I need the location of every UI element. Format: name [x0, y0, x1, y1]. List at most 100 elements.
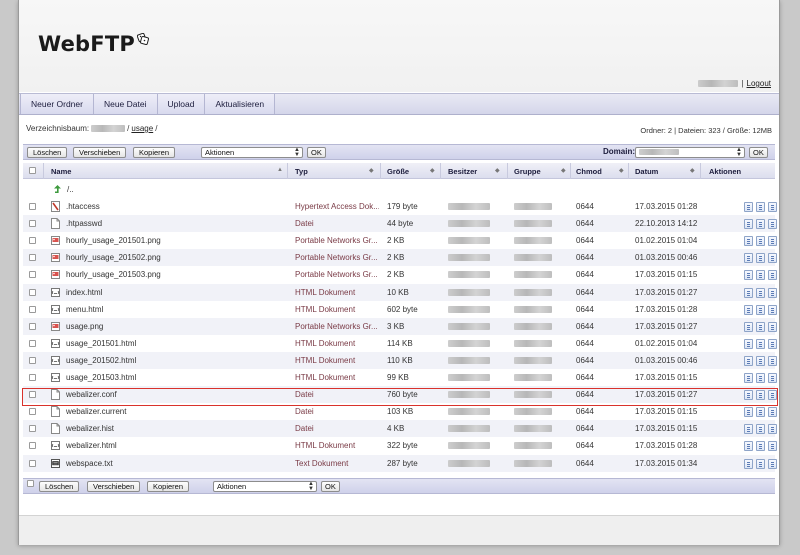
download-icon[interactable] — [768, 355, 777, 366]
sort-icon[interactable]: ◆ — [690, 167, 695, 174]
download-icon[interactable] — [768, 304, 777, 315]
file-name[interactable]: hourly_usage_201502.png — [66, 253, 281, 262]
sort-icon[interactable]: ◆ — [619, 167, 624, 174]
file-chmod[interactable]: 0644 — [576, 390, 594, 399]
row-checkbox[interactable] — [29, 374, 36, 381]
file-chmod[interactable]: 0644 — [576, 356, 594, 365]
file-name[interactable]: .htaccess — [66, 202, 281, 211]
row-checkbox[interactable] — [29, 322, 36, 330]
column-date[interactable]: Datum — [635, 167, 658, 176]
rename-icon[interactable] — [756, 202, 765, 212]
file-chmod[interactable]: 0644 — [576, 322, 594, 331]
row-checkbox[interactable] — [29, 442, 36, 450]
row-checkbox[interactable] — [29, 339, 36, 347]
file-chmod[interactable]: 0644 — [576, 373, 594, 382]
file-chmod[interactable]: 0644 — [576, 288, 594, 297]
sort-icon[interactable]: ◆ — [369, 167, 374, 174]
sort-icon[interactable]: ◆ — [561, 167, 566, 174]
edit-icon[interactable] — [744, 304, 753, 315]
copy-button[interactable]: Kopieren — [133, 147, 176, 158]
file-name[interactable]: webalizer.current — [66, 407, 281, 416]
actions-select[interactable]: Aktionen ▲ ▼ — [201, 147, 303, 158]
actions-select-bottom[interactable]: Aktionen ▲ ▼ — [213, 481, 317, 492]
file-name[interactable]: usage_201501.html — [66, 339, 281, 348]
rename-icon[interactable] — [756, 355, 765, 366]
file-name[interactable]: menu.html — [66, 305, 281, 314]
row-checkbox[interactable] — [29, 288, 36, 296]
file-name[interactable]: webalizer.html — [66, 441, 281, 450]
download-icon[interactable] — [768, 390, 777, 401]
table-row[interactable]: menu.html HTML Dokument 602 byte 0644 17.03.… — [23, 301, 777, 318]
download-icon[interactable] — [768, 373, 777, 383]
file-chmod[interactable]: 0644 — [576, 459, 594, 468]
edit-icon[interactable] — [744, 355, 753, 366]
copy-button-bottom[interactable]: Kopieren — [147, 481, 190, 492]
rename-icon[interactable] — [756, 338, 765, 349]
select-all-checkbox[interactable] — [29, 167, 36, 174]
rename-icon[interactable] — [756, 304, 765, 315]
file-name[interactable]: webalizer.conf — [66, 390, 281, 399]
new-folder-button[interactable]: Neuer Ordner — [20, 94, 94, 114]
delete-button-bottom[interactable]: Löschen — [39, 481, 80, 492]
file-name[interactable]: webalizer.hist — [66, 424, 281, 433]
sort-icon[interactable]: ◆ — [495, 167, 500, 174]
path-current[interactable]: usage — [131, 124, 153, 133]
file-name[interactable]: usage_201503.html — [66, 373, 281, 382]
rename-icon[interactable] — [756, 287, 765, 298]
download-icon[interactable] — [768, 287, 777, 298]
path-root[interactable] — [91, 125, 126, 132]
column-group[interactable]: Gruppe — [514, 167, 541, 176]
rename-icon[interactable] — [756, 458, 765, 469]
edit-icon[interactable] — [744, 270, 753, 281]
table-row[interactable]: webalizer.conf Datei 760 byte 0644 17.03.201… — [23, 386, 777, 404]
rename-icon[interactable] — [756, 270, 765, 281]
row-checkbox[interactable] — [29, 425, 36, 433]
download-icon[interactable] — [768, 424, 777, 435]
file-chmod[interactable]: 0644 — [576, 236, 594, 245]
file-name[interactable]: usage.png — [66, 322, 281, 331]
rename-icon[interactable] — [756, 441, 765, 452]
rename-icon[interactable] — [756, 373, 765, 383]
parent-dir-row[interactable]: /.. — [23, 181, 775, 198]
column-chmod[interactable]: Chmod — [576, 167, 602, 176]
table-row[interactable]: hourly_usage_201502.png Portable Networks… — [23, 249, 777, 267]
edit-icon[interactable] — [744, 373, 753, 383]
file-name[interactable]: webspace.txt — [66, 459, 281, 468]
download-icon[interactable] — [768, 321, 777, 332]
column-type[interactable]: Typ — [295, 167, 308, 176]
table-row[interactable]: webalizer.html HTML Dokument 322 byte 0644 1… — [23, 437, 777, 454]
table-row[interactable]: usage_201501.html HTML Dokument 114 KB 0644… — [23, 335, 777, 352]
file-chmod[interactable]: 0644 — [576, 202, 594, 211]
rename-icon[interactable] — [756, 253, 765, 264]
edit-icon[interactable] — [744, 441, 753, 452]
file-name[interactable]: usage_201502.html — [66, 356, 281, 365]
edit-icon[interactable] — [744, 424, 753, 435]
row-checkbox[interactable] — [29, 203, 36, 210]
rename-icon[interactable] — [756, 219, 765, 230]
refresh-button[interactable]: Aktualisieren — [205, 94, 276, 114]
edit-icon[interactable] — [744, 202, 753, 212]
file-chmod[interactable]: 0644 — [576, 219, 594, 228]
download-icon[interactable] — [768, 253, 777, 264]
row-checkbox[interactable] — [29, 459, 36, 467]
file-chmod[interactable]: 0644 — [576, 253, 594, 262]
file-chmod[interactable]: 0644 — [576, 407, 594, 416]
table-row[interactable]: usage_201503.html HTML Dokument 99 KB 0644 1… — [23, 369, 777, 386]
download-icon[interactable] — [768, 458, 777, 469]
download-icon[interactable] — [768, 441, 777, 452]
delete-button[interactable]: Löschen — [27, 147, 68, 158]
edit-icon[interactable] — [744, 458, 753, 469]
table-row[interactable]: hourly_usage_201503.png Portable Networks… — [23, 266, 777, 283]
upload-button[interactable]: Upload — [157, 94, 206, 114]
file-chmod[interactable]: 0644 — [576, 339, 594, 348]
edit-icon[interactable] — [744, 253, 753, 264]
table-row[interactable]: index.html HTML Dokument 10 KB 0644 17.03.20… — [23, 283, 777, 301]
row-checkbox[interactable] — [29, 254, 36, 262]
file-chmod[interactable]: 0644 — [576, 441, 594, 450]
sort-icon[interactable]: ◆ — [430, 167, 435, 174]
column-name[interactable]: Name — [51, 167, 71, 176]
row-checkbox[interactable] — [29, 391, 36, 399]
file-name[interactable]: hourly_usage_201503.png — [66, 270, 281, 279]
move-button[interactable]: Verschieben — [73, 147, 127, 158]
actions-ok-button[interactable]: OK — [307, 147, 326, 158]
